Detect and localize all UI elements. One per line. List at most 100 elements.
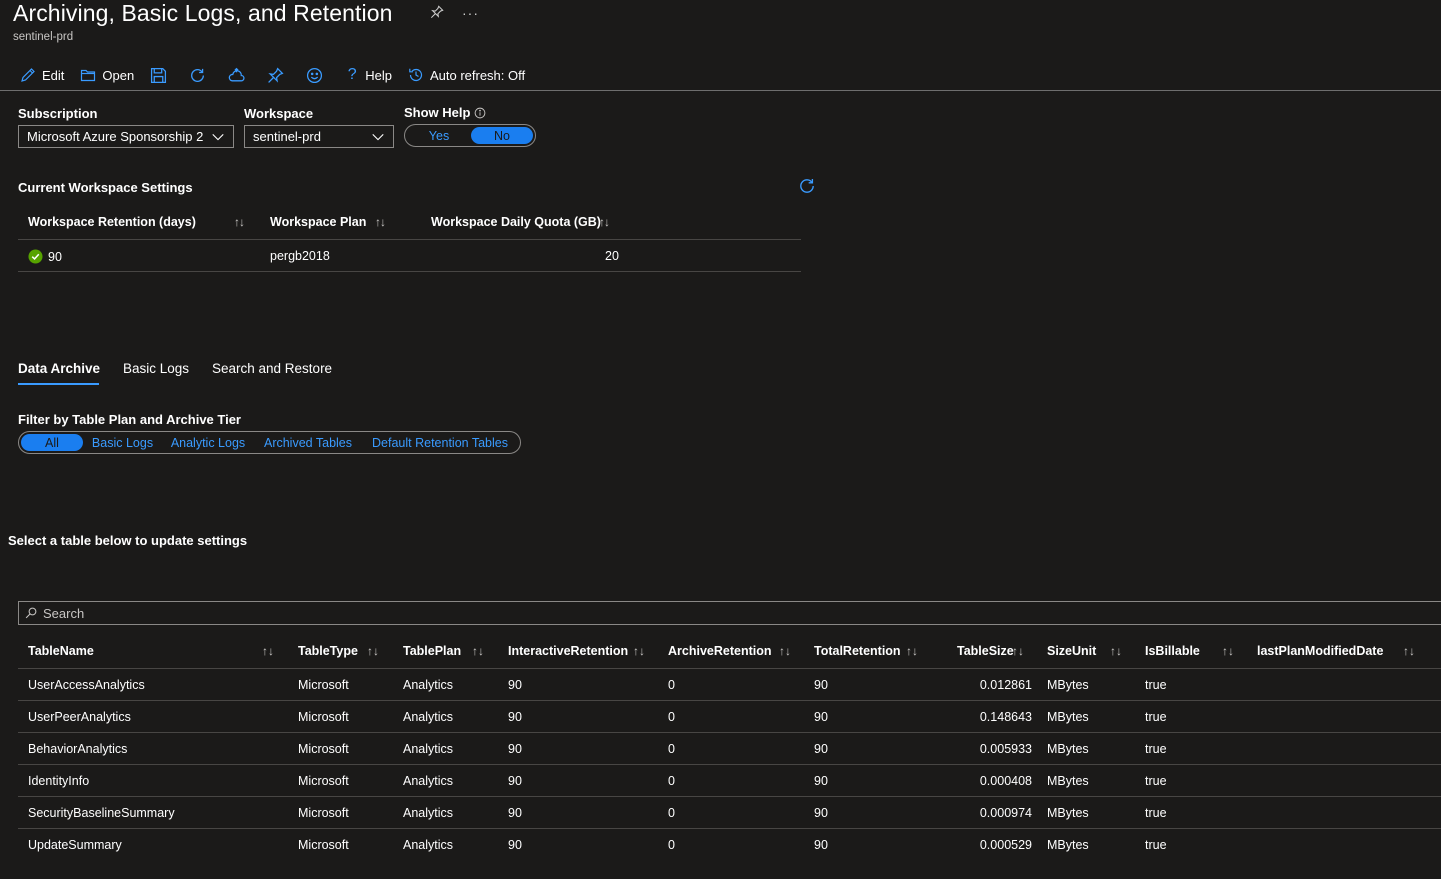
sort-icon[interactable]: ↑↓	[1403, 644, 1415, 658]
refresh-button[interactable]	[189, 67, 206, 84]
history-icon	[409, 68, 423, 82]
check-circle-icon	[28, 249, 43, 264]
table-cell: 0	[668, 774, 675, 788]
table-cell: UserPeerAnalytics	[28, 710, 131, 724]
sort-icon[interactable]: ↑↓	[906, 644, 918, 658]
table-cell: 0.000408	[979, 774, 1032, 788]
sort-icon[interactable]: ↑↓	[375, 215, 386, 229]
table-row[interactable]	[18, 734, 1441, 766]
sort-icon[interactable]: ↑↓	[1110, 644, 1122, 658]
table-cell: 90	[508, 710, 522, 724]
table-row[interactable]	[18, 830, 1441, 862]
retention-value: 90	[48, 249, 62, 264]
sort-icon[interactable]: ↑↓	[779, 644, 791, 658]
table-cell: true	[1145, 806, 1167, 820]
col-header[interactable]: lastPlanModifiedDate	[1257, 644, 1383, 658]
cloud-icon	[228, 67, 245, 81]
table-cell: MBytes	[1047, 806, 1089, 820]
table-cell: 90	[814, 742, 828, 756]
col-header[interactable]: SizeUnit	[1047, 644, 1096, 658]
col-header[interactable]: TotalRetention	[814, 644, 901, 658]
filter-basic-logs[interactable]: Basic Logs	[83, 434, 162, 451]
sort-icon[interactable]: ↑↓	[367, 644, 379, 658]
sort-icon[interactable]: ↑↓	[262, 644, 274, 658]
table-cell: Microsoft	[298, 678, 349, 692]
sort-icon[interactable]: ↑↓	[1012, 644, 1024, 658]
show-help-toggle: Yes No	[404, 124, 536, 147]
table-cell: 90	[508, 774, 522, 788]
info-icon[interactable]	[474, 107, 486, 119]
chevron-down-icon	[372, 133, 384, 140]
sort-icon[interactable]: ↑↓	[599, 215, 610, 229]
tab-data-archive[interactable]: Data Archive	[18, 361, 100, 376]
divider	[18, 764, 1441, 765]
plan-value: pergb2018	[270, 249, 330, 263]
table-cell: true	[1145, 838, 1167, 852]
search-input[interactable]: Search	[18, 601, 1441, 625]
chevron-down-icon	[212, 133, 224, 140]
help-button[interactable]: ? Help	[345, 66, 392, 84]
clone-button[interactable]	[228, 67, 245, 84]
col-header-retention[interactable]: Workspace Retention (days)	[28, 215, 196, 229]
tab-basic-logs[interactable]: Basic Logs	[123, 361, 189, 376]
subscription-label: Subscription	[18, 106, 98, 121]
subscription-dropdown[interactable]: Microsoft Azure Sponsorship 2	[18, 125, 234, 148]
sort-icon[interactable]: ↑↓	[1222, 644, 1234, 658]
open-button[interactable]: Open	[80, 67, 134, 83]
table-row[interactable]	[18, 702, 1441, 734]
refresh-icon	[191, 68, 205, 82]
table-cell: Analytics	[403, 774, 454, 788]
table-cell: 90	[814, 806, 828, 820]
auto-refresh-button[interactable]: Auto refresh: Off	[408, 67, 525, 83]
divider	[18, 732, 1441, 733]
sort-icon[interactable]: ↑↓	[472, 644, 484, 658]
col-header[interactable]: TableType	[298, 644, 358, 658]
col-header[interactable]: TableSize	[957, 644, 1014, 658]
smiley-icon	[307, 67, 323, 83]
col-header-plan[interactable]: Workspace Plan	[270, 215, 366, 229]
table-cell: UserAccessAnalytics	[28, 678, 145, 692]
col-header[interactable]: InteractiveRetention	[508, 644, 628, 658]
show-help-no[interactable]: No	[471, 127, 533, 144]
table-row[interactable]	[18, 766, 1441, 798]
workspace-dropdown[interactable]: sentinel-prd	[244, 125, 394, 148]
sort-icon[interactable]: ↑↓	[633, 644, 645, 658]
show-help-yes[interactable]: Yes	[407, 127, 471, 144]
col-header[interactable]: TablePlan	[403, 644, 461, 658]
filter-default-retention-tables[interactable]: Default Retention Tables	[362, 434, 518, 451]
col-header[interactable]: IsBillable	[1145, 644, 1200, 658]
more-options-icon[interactable]: ···	[462, 5, 479, 22]
table-cell: 0.148643	[979, 710, 1032, 724]
edit-button[interactable]: Edit	[20, 67, 64, 83]
filter-all[interactable]: All	[21, 434, 83, 451]
filter-segmented-control: All Basic Logs Analytic Logs Archived Ta…	[18, 431, 521, 454]
auto-refresh-label: Auto refresh: Off	[429, 67, 526, 83]
table-cell: 0	[668, 710, 675, 724]
table-cell: MBytes	[1047, 678, 1089, 692]
table-cell: 0.000529	[979, 838, 1032, 852]
col-header[interactable]: ArchiveRetention	[668, 644, 772, 658]
col-header-quota[interactable]: Workspace Daily Quota (GB)	[431, 215, 601, 229]
table-cell: MBytes	[1047, 774, 1089, 788]
table-row[interactable]	[18, 798, 1441, 830]
search-placeholder: Search	[43, 605, 85, 621]
table-row[interactable]	[18, 670, 1441, 702]
pin-icon[interactable]	[430, 5, 444, 22]
filter-analytic-logs[interactable]: Analytic Logs	[162, 434, 254, 451]
save-button[interactable]	[150, 67, 167, 84]
tab-search-and-restore[interactable]: Search and Restore	[212, 361, 332, 376]
divider	[18, 796, 1441, 797]
settings-refresh-button[interactable]	[798, 177, 816, 198]
table-cell: 90	[508, 806, 522, 820]
col-header[interactable]: TableName	[28, 644, 94, 658]
filter-archived-tables[interactable]: Archived Tables	[254, 434, 362, 451]
refresh-icon	[800, 179, 814, 193]
save-icon	[151, 67, 167, 83]
table-cell: true	[1145, 742, 1167, 756]
edit-label: Edit	[42, 67, 65, 83]
sort-icon[interactable]: ↑↓	[234, 215, 245, 229]
pin-button[interactable]	[267, 66, 284, 84]
table-cell: Microsoft	[298, 806, 349, 820]
feedback-button[interactable]	[306, 67, 323, 84]
table-cell: UpdateSummary	[28, 838, 122, 852]
